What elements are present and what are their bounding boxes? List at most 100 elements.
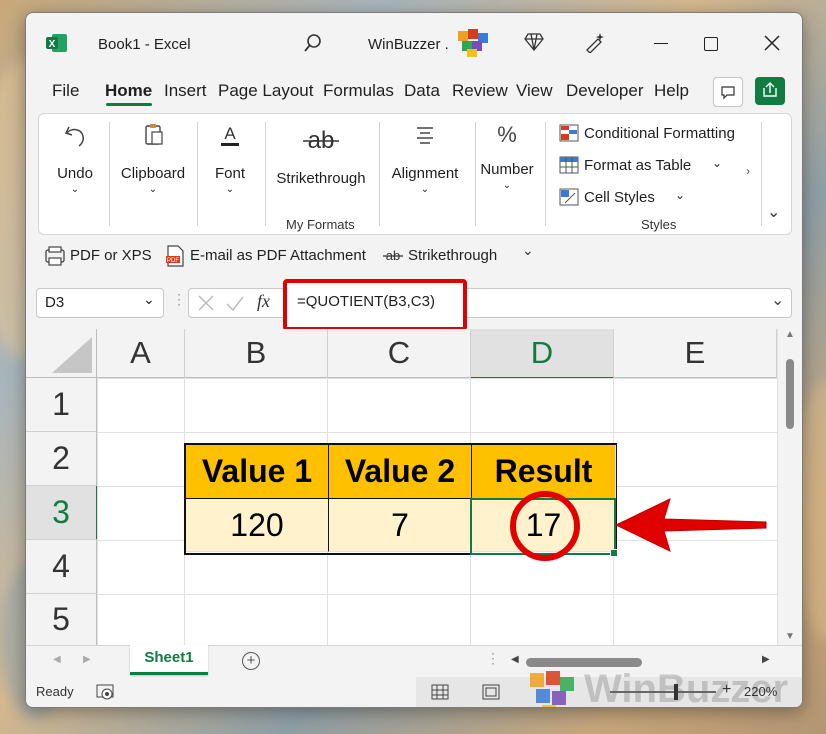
scroll-down-icon[interactable]: ▼ [785, 631, 795, 642]
avatar[interactable] [456, 27, 490, 64]
tab-home[interactable]: Home [105, 81, 152, 101]
pdf-xps-label: PDF or XPS [70, 247, 152, 264]
conditional-formatting-icon [559, 124, 579, 142]
alignment-label: Alignment [391, 165, 459, 182]
insert-function-icon[interactable]: fx [257, 291, 270, 312]
customize-qat-icon[interactable]: ⌄ [522, 242, 534, 259]
tab-view[interactable]: View [516, 81, 553, 101]
font-button[interactable]: A Font ⌄ [205, 122, 255, 195]
accessibility-icon[interactable] [96, 683, 116, 701]
arrow-left-icon [614, 498, 767, 552]
tab-developer[interactable]: Developer [566, 81, 644, 101]
row-header-5[interactable]: 5 [26, 594, 97, 646]
cell-c3[interactable]: 7 [329, 499, 472, 552]
undo-button[interactable]: Undo ⌄ [49, 122, 101, 195]
strikethrough-icon: ab [303, 127, 339, 154]
comments-button[interactable] [713, 77, 743, 107]
column-header-b[interactable]: B [185, 329, 328, 378]
tab-data[interactable]: Data [404, 81, 440, 101]
number-button[interactable]: % Number ⌄ [479, 122, 535, 191]
row-header-1[interactable]: 1 [26, 378, 97, 432]
enter-formula-icon[interactable] [225, 294, 245, 312]
value-d3: 17 [525, 506, 562, 543]
column-header-e[interactable]: E [614, 329, 777, 378]
ribbon-collapse-icon[interactable]: ⌄ [767, 202, 780, 222]
clipboard-button[interactable]: Clipboard ⌄ [117, 122, 189, 195]
percent-icon: % [497, 122, 517, 147]
value-c3: 7 [391, 506, 409, 543]
vertical-scrollbar[interactable]: ▲ ▼ [777, 329, 802, 645]
page-layout-view-icon[interactable] [482, 684, 500, 700]
chevron-down-icon: ⌄ [502, 180, 512, 191]
tab-file[interactable]: File [52, 81, 79, 101]
format-as-table-icon [559, 156, 579, 174]
select-all-corner[interactable] [26, 329, 97, 378]
clipboard-icon [145, 124, 163, 145]
excel-logo-icon: X [46, 33, 68, 53]
maximize-icon[interactable] [704, 37, 718, 51]
add-sheet-button[interactable]: + [242, 652, 260, 670]
alignment-button[interactable]: Alignment ⌄ [385, 122, 465, 195]
chevron-down-icon: ⌄ [70, 184, 80, 195]
window-title: Book1 - Excel [98, 36, 191, 53]
header-value-2: Value 2 [344, 453, 456, 489]
cell-c2[interactable]: Value 2 [329, 445, 472, 499]
font-color-icon: A [221, 124, 239, 146]
value-b3: 120 [230, 506, 284, 543]
ribbon-scroll-right-icon[interactable]: › [746, 164, 750, 178]
tab-review[interactable]: Review [452, 81, 508, 101]
styles-group-label: Styles [641, 217, 677, 232]
undo-label: Undo [57, 165, 93, 182]
formula-bar-more-icon[interactable]: ⋮ [172, 291, 186, 308]
scroll-up-icon[interactable]: ▲ [785, 329, 795, 340]
cell-b3[interactable]: 120 [186, 499, 329, 552]
strikethrough-label: Strikethrough [276, 170, 366, 187]
strikethrough-button[interactable]: ab Strikethrough [273, 126, 369, 187]
tab-page-layout[interactable]: Page Layout [218, 81, 313, 101]
row-header-3[interactable]: 3 [26, 486, 98, 540]
close-icon[interactable] [764, 35, 780, 56]
designer-pen-icon[interactable] [584, 31, 606, 58]
column-header-a[interactable]: A [97, 329, 185, 378]
zoom-slider-thumb[interactable] [674, 684, 678, 700]
formula-text: =QUOTIENT(B3,C3) [297, 293, 435, 310]
tab-formulas[interactable]: Formulas [323, 81, 394, 101]
format-as-table-label: Format as Table [584, 157, 692, 174]
chevron-down-icon: ⌄ [143, 291, 155, 307]
tab-sheet1[interactable]: Sheet1 [130, 645, 208, 675]
title-bar: X Book1 - Excel WinBuzzer . [26, 13, 802, 73]
formula-input[interactable]: =QUOTIENT(B3,C3) [283, 279, 467, 331]
cell-styles-label: Cell Styles [584, 189, 655, 206]
zoom-slider[interactable] [610, 691, 716, 693]
row-header-2[interactable]: 2 [26, 432, 97, 486]
diamond-icon[interactable] [524, 33, 544, 56]
conditional-formatting-label: Conditional Formatting [584, 125, 735, 142]
expand-formula-bar-icon[interactable]: ⌄ [771, 290, 784, 310]
tab-help[interactable]: Help [654, 81, 689, 101]
search-icon[interactable] [304, 33, 322, 58]
prev-sheet-icon[interactable]: ◀ [53, 654, 61, 665]
column-header-c[interactable]: C [328, 329, 471, 378]
account-name[interactable]: WinBuzzer . [368, 36, 449, 53]
next-sheet-icon[interactable]: ▶ [83, 654, 91, 665]
tab-insert[interactable]: Insert [164, 81, 207, 101]
normal-view-icon[interactable] [431, 684, 449, 700]
minimize-icon[interactable] [654, 43, 668, 44]
svg-text:PDF: PDF [167, 258, 179, 264]
tab-split-handle[interactable]: ⋮ [486, 650, 500, 667]
zoom-level[interactable]: 220% [744, 684, 777, 699]
formula-input-area: fx =QUOTIENT(B3,C3) ⌄ [188, 279, 792, 331]
tab-home-underline [106, 103, 152, 106]
cell-b2[interactable]: Value 1 [186, 445, 329, 499]
cancel-formula-icon[interactable] [197, 294, 215, 312]
horizontal-scrollbar-thumb[interactable] [526, 658, 642, 667]
scroll-right-icon[interactable]: ▶ [762, 654, 770, 665]
plus-icon: + [246, 652, 256, 669]
row-header-4[interactable]: 4 [26, 540, 97, 594]
zoom-in-icon[interactable]: + [722, 681, 731, 699]
scroll-left-icon[interactable]: ◀ [511, 654, 519, 665]
column-header-d[interactable]: D [471, 329, 614, 379]
share-button[interactable] [755, 77, 785, 105]
name-box[interactable]: D3 ⌄ [36, 288, 164, 318]
scrollbar-thumb[interactable] [786, 359, 794, 429]
